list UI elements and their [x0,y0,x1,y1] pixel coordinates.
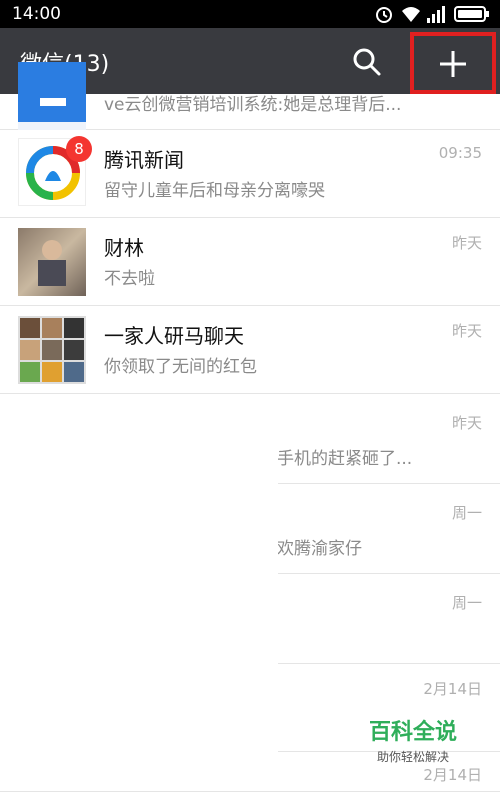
chat-time: 09:35 [438,144,482,162]
signal-icon [427,6,445,23]
add-button[interactable] [410,32,496,94]
chat-list[interactable]: ve云创微营销培训系统:她是总理背后... 腾讯新闻 留守儿童年后和母亲分离嚎哭… [0,62,500,792]
chat-time: 昨天 [451,234,482,252]
chat-time: 周一 [451,594,482,612]
wifi-icon [402,7,420,22]
chat-name: 腾讯新闻 [104,148,184,172]
status-icons [374,4,494,24]
chat-message: ve云创微营销培训系统:她是总理背后... [104,95,402,115]
status-bar: 14:00 [0,0,500,28]
chat-row[interactable]: 财林 不去啦 昨天 [0,218,500,306]
group-avatar [18,316,86,384]
watermark: 百科全说 助你轻松解决 [358,714,468,765]
search-icon[interactable] [352,47,382,77]
chat-name: 财林 [104,236,144,260]
blank-overlay [0,394,278,790]
chat-row[interactable]: ve云创微营销培训系统:她是总理背后... [0,62,500,130]
chat-message: 留守儿童年后和母亲分离嚎哭 [104,181,325,201]
chat-message: 欢腾渝家仔 [277,539,362,559]
chat-name: 一家人研马聊天 [104,324,244,348]
watermark-title: 百科全说 [368,720,457,745]
chat-time: 昨天 [451,414,482,432]
chat-time: 2月14日 [423,680,482,698]
chat-time: 周一 [451,504,482,522]
avatar [18,62,86,130]
plus-icon [440,51,466,77]
avatar [18,228,86,296]
battery-icon [454,6,489,22]
status-time: 14:00 [12,4,61,24]
chat-message: 你领取了无间的红包 [104,357,257,377]
chat-message: 不去啦 [104,269,155,289]
unread-badge: 8 [66,136,92,162]
alarm-icon [376,7,392,23]
watermark-subtitle: 助你轻松解决 [376,750,449,764]
chat-message: 手机的赶紧砸了... [277,449,413,469]
chat-time: 昨天 [451,322,482,340]
chat-time: 2月14日 [423,766,482,784]
chat-row[interactable]: 一家人研马聊天 你领取了无间的红包 昨天 [0,306,500,394]
